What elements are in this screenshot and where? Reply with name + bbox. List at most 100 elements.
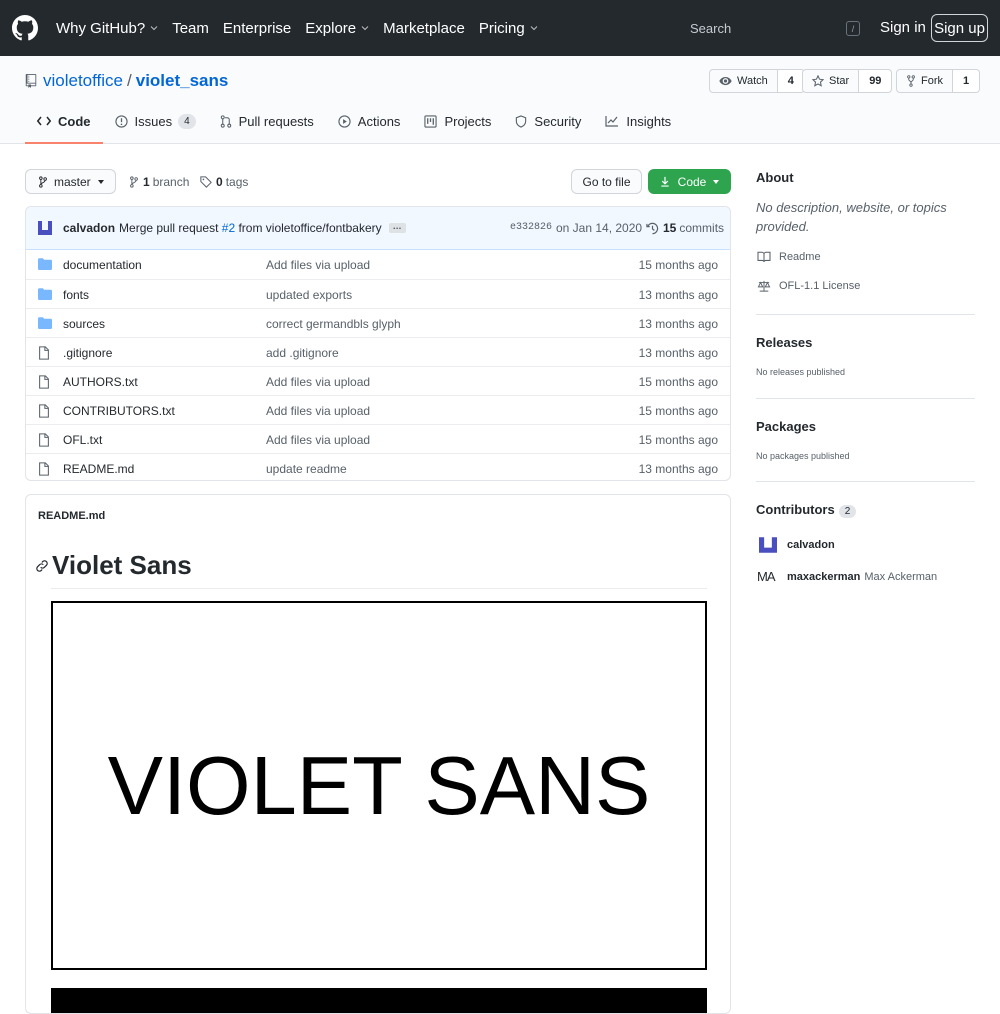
avatar[interactable] xyxy=(37,220,53,236)
nav-marketplace[interactable]: Marketplace xyxy=(383,20,465,37)
repo-name-link[interactable]: violet_sans xyxy=(136,71,229,91)
fork-button[interactable]: Fork xyxy=(896,69,953,93)
link-icon[interactable] xyxy=(35,559,49,573)
go-to-file-button[interactable]: Go to file xyxy=(571,169,642,194)
releases-title[interactable]: Releases xyxy=(756,335,812,350)
file-name-link[interactable]: README.md xyxy=(63,462,134,476)
file-row[interactable]: README.md update readme 13 months ago xyxy=(26,453,730,480)
tab-label: Code xyxy=(58,113,91,129)
search-placeholder: Search xyxy=(690,20,732,36)
contributor-calvadon[interactable]: calvadon xyxy=(757,536,835,554)
avatar xyxy=(759,537,777,553)
nav-team[interactable]: Team xyxy=(172,20,209,37)
git-branch-icon xyxy=(130,176,138,188)
file-row[interactable]: AUTHORS.txt Add files via upload 15 months… xyxy=(26,366,730,395)
file-row[interactable]: sources correct germandbls glyph 13 months… xyxy=(26,308,730,337)
star-count[interactable]: 99 xyxy=(859,69,893,93)
commits-history-link[interactable]: 15 commits xyxy=(646,221,724,235)
file-commit-message-link[interactable]: add .gitignore xyxy=(266,346,339,360)
folder-icon xyxy=(38,288,52,300)
commit-count-word: commits xyxy=(679,221,725,235)
nav-why-github[interactable]: Why GitHub? xyxy=(56,20,158,37)
packages-note: No packages published xyxy=(756,451,850,461)
tab-code[interactable]: Code xyxy=(25,100,103,144)
tag-word: tags xyxy=(225,175,249,189)
releases-note: No releases published xyxy=(756,367,846,377)
shield-icon xyxy=(516,114,527,128)
file-icon xyxy=(39,375,49,389)
file-commit-message-link[interactable]: Add files via upload xyxy=(266,433,370,447)
sidebar-divider xyxy=(756,314,975,315)
file-name-link[interactable]: OFL.txt xyxy=(63,433,102,447)
commit-sha-link[interactable]: e332826 xyxy=(510,222,552,233)
pull-request-link[interactable]: #2 xyxy=(222,221,235,235)
contributor-login: maxackerman xyxy=(787,570,861,583)
file-commit-message-link[interactable]: update readme xyxy=(266,462,347,476)
star-button[interactable]: Star xyxy=(802,69,860,93)
commit-date: on Jan 14, 2020 xyxy=(556,221,643,235)
contributors-title-text: Contributors xyxy=(756,502,835,517)
file-commit-message-link[interactable]: Add files via upload xyxy=(266,404,370,418)
file-commit-message-link[interactable]: correct germandbls glyph xyxy=(266,317,401,331)
contributor-login: calvadon xyxy=(787,539,835,551)
nav-pricing[interactable]: Pricing xyxy=(479,20,538,37)
commit-author-link[interactable]: calvadon xyxy=(63,221,115,235)
file-row[interactable]: OFL.txt Add files via upload 15 months ago xyxy=(26,424,730,453)
watch-button[interactable]: Watch xyxy=(709,69,778,93)
readme-link[interactable]: Readme xyxy=(757,251,821,263)
tag-icon xyxy=(200,176,212,188)
commit-message-pre: Merge pull request xyxy=(119,221,219,235)
code-download-button[interactable]: Code xyxy=(648,169,731,194)
file-name-link[interactable]: CONTRIBUTORS.txt xyxy=(63,404,175,418)
tab-label: Security xyxy=(534,113,582,129)
repo-owner-link[interactable]: violetoffice xyxy=(43,71,123,91)
tab-insights[interactable]: Insights xyxy=(593,100,683,144)
tab-actions[interactable]: Actions xyxy=(326,100,413,144)
commit-message[interactable]: Merge pull request #2 from violetoffice/… xyxy=(119,221,382,235)
sidebar-divider xyxy=(756,481,975,482)
sign-up-button[interactable]: Sign up xyxy=(931,14,988,42)
file-row[interactable]: documentation Add files via upload 15 mont… xyxy=(26,250,730,279)
license-link[interactable]: OFL-1.1 License xyxy=(757,280,860,292)
code-icon xyxy=(37,116,51,126)
file-name-link[interactable]: .gitignore xyxy=(63,346,112,360)
file-age: 13 months ago xyxy=(638,317,718,331)
tab-security[interactable]: Security xyxy=(503,100,593,144)
file-commit-message-link[interactable]: updated exports xyxy=(266,288,352,302)
tab-projects[interactable]: Projects xyxy=(412,100,503,144)
sign-in-link[interactable]: Sign in xyxy=(880,19,926,36)
file-icon xyxy=(39,404,49,418)
file-commit-message-link[interactable]: Add files via upload xyxy=(266,258,370,272)
file-name-link[interactable]: sources xyxy=(63,317,105,331)
nav-explore[interactable]: Explore xyxy=(305,20,369,37)
branch-select-button[interactable]: master xyxy=(25,169,116,194)
file-row[interactable]: .gitignore add .gitignore 13 months ago xyxy=(26,337,730,366)
readme-second-image xyxy=(51,988,707,1013)
github-logo-icon[interactable] xyxy=(12,15,38,41)
tab-pull-requests[interactable]: Pull requests xyxy=(208,100,326,144)
file-name-link[interactable]: documentation xyxy=(63,258,142,272)
branches-link[interactable]: 1 branch xyxy=(129,175,189,189)
tab-label: Actions xyxy=(357,113,401,129)
tags-link[interactable]: 0 tags xyxy=(200,175,248,189)
file-commit-message-link[interactable]: Add files via upload xyxy=(266,375,370,389)
file-age: 15 months ago xyxy=(638,375,718,389)
file-row[interactable]: fonts updated exports 13 months ago xyxy=(26,279,730,308)
file-row[interactable]: CONTRIBUTORS.txt Add files via upload 15 m… xyxy=(26,395,730,424)
contributors-title[interactable]: Contributors 2 xyxy=(756,502,857,518)
fork-count[interactable]: 1 xyxy=(953,69,981,93)
star-icon xyxy=(812,75,824,87)
watch-count[interactable]: 4 xyxy=(777,69,805,93)
nav-enterprise[interactable]: Enterprise xyxy=(223,20,291,37)
readme-heading: Violet Sans xyxy=(35,550,192,581)
tab-issues[interactable]: Issues 4 xyxy=(103,100,208,144)
fork-label: Fork xyxy=(921,75,943,87)
search-input[interactable]: Search / xyxy=(680,12,870,44)
contributor-maxackerman[interactable]: MA maxackerman Max Ackerman xyxy=(757,569,937,584)
avatar: MA xyxy=(757,569,776,584)
file-name-link[interactable]: fonts xyxy=(63,288,89,302)
file-name-link[interactable]: AUTHORS.txt xyxy=(63,375,138,389)
expand-message-button[interactable]: … xyxy=(388,222,406,233)
project-icon xyxy=(424,114,438,128)
packages-title[interactable]: Packages xyxy=(756,419,816,434)
